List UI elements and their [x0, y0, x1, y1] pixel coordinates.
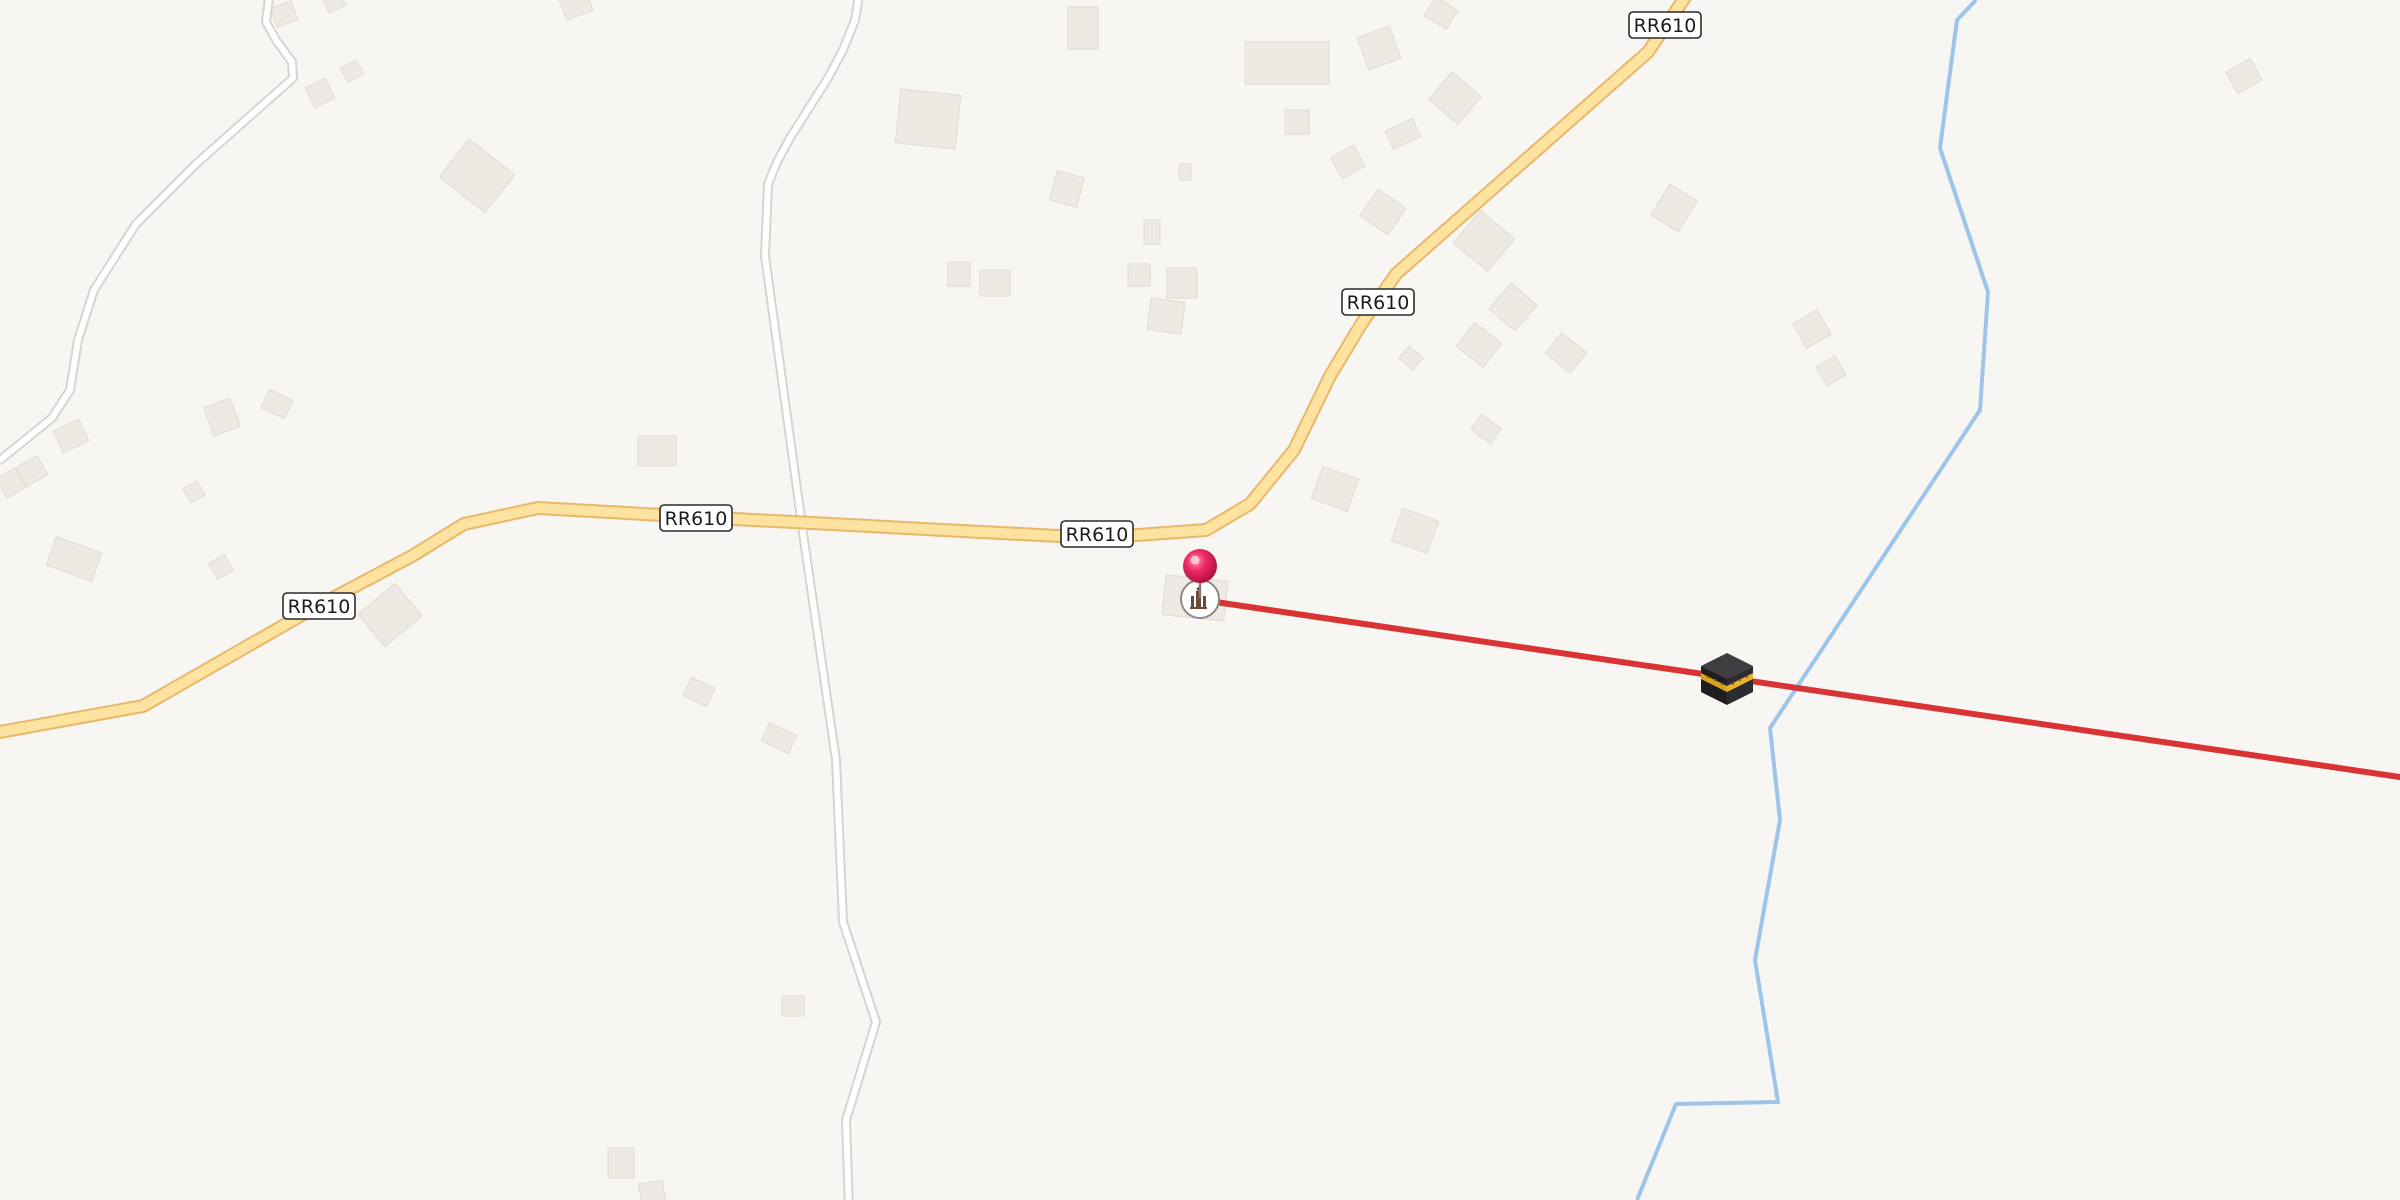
building	[979, 269, 1011, 297]
building	[607, 1147, 635, 1179]
building	[1067, 6, 1099, 50]
road-shield-label: RR610	[1347, 292, 1410, 314]
road-shield[interactable]: RR610	[1628, 11, 1702, 39]
map-svg[interactable]: RR610 RR610 RR610 RR610 RR610	[0, 0, 2400, 1200]
road-shield[interactable]: RR610	[282, 592, 356, 620]
building	[781, 995, 805, 1017]
road-shield-label: RR610	[665, 508, 728, 530]
building	[1143, 219, 1161, 245]
road-shield[interactable]: RR610	[659, 504, 733, 532]
building	[1284, 109, 1310, 135]
building	[637, 1179, 667, 1200]
building	[947, 261, 971, 287]
building	[1244, 41, 1330, 85]
building	[1178, 163, 1192, 181]
road-shield[interactable]: RR610	[1060, 520, 1134, 548]
map-canvas[interactable]: RR610 RR610 RR610 RR610 RR610	[0, 0, 2400, 1200]
road-shield[interactable]: RR610	[1341, 288, 1415, 316]
building	[637, 435, 677, 467]
building	[1127, 263, 1151, 287]
building	[1146, 297, 1186, 335]
road-shield-label: RR610	[288, 596, 351, 618]
road-shield-label: RR610	[1066, 524, 1129, 546]
building	[1166, 267, 1198, 299]
building	[894, 88, 962, 150]
road-shield-label: RR610	[1634, 15, 1697, 37]
